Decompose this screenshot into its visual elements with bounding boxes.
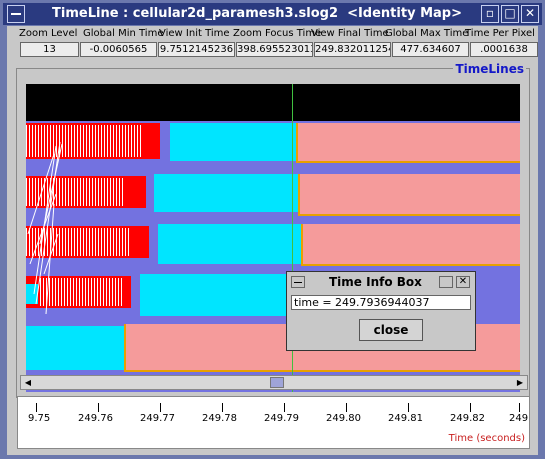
dialog-maximize-icon[interactable] (439, 276, 453, 288)
minimize-icon[interactable]: ▫ (481, 5, 499, 23)
ruler-tick (519, 403, 520, 412)
zoom-focus-time-field[interactable]: 398.6955230133 (236, 42, 313, 57)
time-per-pixel-field[interactable]: .0001638 (470, 42, 538, 57)
maximize-icon[interactable]: □ (501, 5, 519, 23)
timeline-state-cyan[interactable] (158, 224, 301, 264)
window-menu-button[interactable] (7, 5, 25, 23)
timeline-state-cyan[interactable] (140, 274, 288, 316)
ruler-tick (98, 403, 99, 412)
dialog-title: Time Info Box (329, 275, 422, 289)
header-view-init-time: View Init Time (159, 28, 230, 39)
ruler-label: 249.80 (326, 413, 361, 424)
main-content: Zoom Level Global Min Time View Init Tim… (7, 26, 538, 455)
ruler-tick (284, 403, 285, 412)
timeline-black-bar (26, 84, 520, 121)
ruler-label: 249.81 (388, 413, 423, 424)
timeline-state-cyan[interactable] (170, 123, 296, 161)
ruler-label: 249.8 (509, 413, 529, 424)
ruler-tick (36, 403, 37, 412)
header-zoom-level: Zoom Level (19, 28, 78, 39)
global-max-time-field[interactable]: 477.634607 (392, 42, 469, 57)
scroll-thumb[interactable] (270, 377, 284, 388)
ruler-tick (408, 403, 409, 412)
dialog-title-bar[interactable]: Time Info Box ✕ (289, 274, 473, 290)
dialog-close-icon[interactable]: ✕ (456, 276, 470, 288)
header-time-per-pixel: Time Per Pixel (465, 28, 535, 39)
close-icon[interactable]: ✕ (521, 5, 539, 23)
time-ruler: 9.75 249.76 249.77 249.78 249.79 249.80 … (17, 396, 530, 449)
timelines-panel-title: TimeLines (453, 62, 526, 76)
dialog-menu-icon[interactable] (291, 276, 305, 288)
time-info-dialog: Time Info Box ✕ time = 249.7936944037 cl… (286, 271, 476, 351)
time-value-field[interactable]: time = 249.7936944037 (291, 295, 471, 310)
timeline-state-cyan[interactable] (154, 174, 298, 212)
header-global-min-time: Global Min Time (83, 28, 164, 39)
ruler-tick (222, 403, 223, 412)
title-bar[interactable]: TimeLine : cellular2d_paramesh3.slog2 <I… (3, 3, 542, 25)
ruler-label: 249.82 (450, 413, 485, 424)
ruler-tick (160, 403, 161, 412)
timeline-state-pink[interactable] (298, 174, 520, 216)
ruler-label: 249.76 (78, 413, 113, 424)
ruler-label: 249.78 (202, 413, 237, 424)
ruler-tick (470, 403, 471, 412)
message-arrows (27, 141, 63, 315)
scroll-left-icon[interactable]: ◀ (21, 376, 35, 389)
zoom-level-field[interactable]: 13 (20, 42, 79, 57)
ruler-label: 249.79 (264, 413, 299, 424)
timeline-state-cyan[interactable] (26, 326, 124, 370)
scroll-right-icon[interactable]: ▶ (513, 376, 527, 389)
timeline-state-pink[interactable] (296, 123, 520, 163)
horizontal-scrollbar[interactable]: ◀ ▶ (20, 375, 528, 390)
global-min-time-field[interactable]: -0.0060565 (80, 42, 157, 57)
header-view-final-time: View Final Time (311, 28, 389, 39)
view-final-time-field[interactable]: 249.8320112543 (314, 42, 391, 57)
window-title: TimeLine : cellular2d_paramesh3.slog2 <I… (52, 6, 462, 21)
close-button[interactable]: close (359, 319, 423, 341)
ruler-label: 249.77 (140, 413, 175, 424)
ruler-label: 9.75 (28, 413, 51, 424)
timeline-window: TimeLine : cellular2d_paramesh3.slog2 <I… (0, 0, 545, 459)
time-axis-label: Time (seconds) (448, 433, 525, 444)
ruler-tick (346, 403, 347, 412)
view-init-time-field[interactable]: 9.7512145236 (158, 42, 235, 57)
timeline-state-pink[interactable] (301, 224, 520, 266)
header-global-max-time: Global Max Time (385, 28, 469, 39)
